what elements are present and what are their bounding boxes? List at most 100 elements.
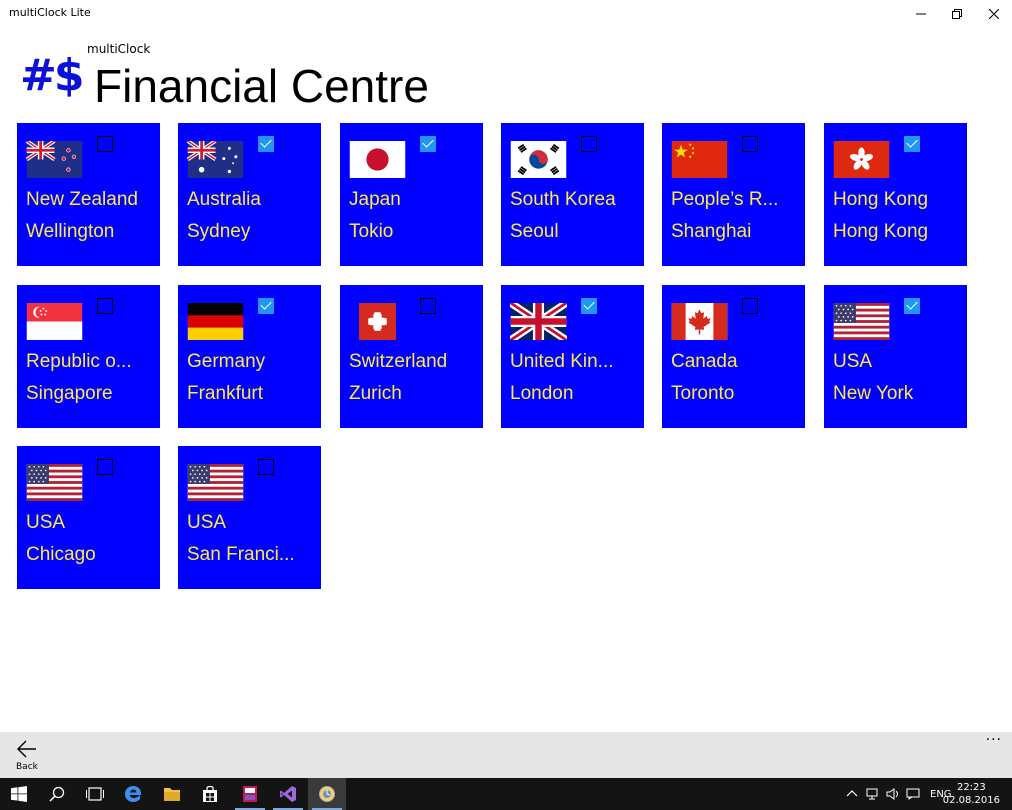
back-button[interactable]: Back [10, 738, 46, 776]
city-tile[interactable]: Canada Toronto [662, 285, 805, 428]
singapore-flag-icon [26, 303, 83, 340]
tile-country-label: Canada [671, 351, 738, 372]
japan-flag-icon [349, 141, 406, 178]
hong-kong-flag-icon [833, 141, 890, 178]
tile-city-label: London [510, 383, 574, 404]
store-icon [203, 785, 217, 802]
new-zealand-flag-icon [26, 141, 83, 178]
tile-country-label: Switzerland [349, 351, 448, 372]
close-button[interactable] [976, 0, 1012, 28]
tile-checkbox[interactable] [420, 136, 436, 152]
back-arrow-icon [17, 740, 36, 758]
city-tile[interactable]: Switzerland Zurich [340, 285, 483, 428]
tile-city-label: Hong Kong [833, 221, 929, 242]
city-tile[interactable]: Japan Tokio [340, 123, 483, 266]
city-tile[interactable]: South Korea Seoul [501, 123, 644, 266]
tile-checkbox[interactable] [904, 298, 920, 314]
tile-checkbox[interactable] [258, 459, 274, 475]
tile-country-label: Australia [187, 189, 261, 210]
south-korea-flag-icon [510, 141, 567, 178]
minimize-button[interactable] [903, 0, 939, 28]
file-explorer-icon [164, 788, 180, 801]
tile-country-label: USA [833, 351, 873, 372]
app-name: multiClock [87, 42, 151, 56]
tile-checkbox[interactable] [420, 298, 436, 314]
tile-country-label: Republic o... [26, 351, 132, 372]
restore-button[interactable] [939, 0, 975, 28]
tile-checkbox[interactable] [904, 136, 920, 152]
tile-checkbox[interactable] [97, 459, 113, 475]
tile-city-label: Toronto [671, 383, 735, 404]
city-tile[interactable]: New Zealand Wellington [17, 123, 160, 266]
tile-city-label: Sydney [187, 221, 251, 242]
taskbar: ENG 22:23 02.08.2016 [0, 778, 1012, 810]
city-tile[interactable]: Hong Kong Hong Kong [824, 123, 967, 266]
search-button[interactable] [38, 778, 76, 810]
multiclock-app-icon [319, 786, 335, 802]
tile-city-label: New York [833, 383, 914, 404]
uk-flag-icon [510, 303, 567, 340]
city-tile[interactable]: USA Chicago [17, 446, 160, 589]
system-tray: ENG [846, 778, 952, 810]
start-button[interactable] [0, 778, 38, 810]
message-icon[interactable] [906, 788, 920, 800]
tile-country-label: People’s R... [671, 189, 779, 210]
tile-checkbox[interactable] [742, 298, 758, 314]
more-options-button[interactable]: ··· [986, 732, 1002, 748]
store-button[interactable] [191, 778, 229, 810]
taskbar-clock[interactable]: 22:23 02.08.2016 [943, 781, 1000, 807]
visual-studio-button[interactable] [269, 778, 307, 810]
back-label: Back [16, 762, 38, 772]
tile-city-label: San Franci... [187, 544, 295, 565]
usa-flag-icon [187, 464, 244, 501]
tile-city-label: Tokio [349, 221, 394, 242]
minimize-icon [916, 13, 926, 15]
window-title: multiClock Lite [9, 6, 91, 19]
task-view-button[interactable] [76, 778, 114, 810]
tile-checkbox[interactable] [581, 136, 597, 152]
tile-city-label: Zurich [349, 383, 402, 404]
edge-button[interactable] [114, 778, 152, 810]
tile-country-label: USA [26, 512, 66, 533]
tile-city-label: Seoul [510, 221, 559, 242]
network-icon[interactable] [866, 788, 880, 800]
tile-city-label: Chicago [26, 544, 96, 565]
city-tile[interactable]: People’s R... Shanghai [662, 123, 805, 266]
volume-icon[interactable] [886, 788, 900, 800]
city-tile[interactable]: Republic o... Singapore [17, 285, 160, 428]
tile-city-label: Wellington [26, 221, 115, 242]
restore-icon [952, 9, 962, 19]
clock-date: 02.08.2016 [942, 795, 1000, 806]
app-bar: Back ··· [0, 732, 1012, 778]
city-tile[interactable]: United Kin... London [501, 285, 644, 428]
tile-country-label: New Zealand [26, 189, 138, 210]
tile-checkbox[interactable] [742, 136, 758, 152]
tile-country-label: United Kin... [510, 351, 614, 372]
chevron-up-icon[interactable] [846, 789, 858, 799]
page-title: Financial Centre [94, 60, 429, 112]
city-tile[interactable]: Australia Sydney [178, 123, 321, 266]
tile-checkbox[interactable] [258, 136, 274, 152]
clock-time: 22:23 [956, 782, 986, 793]
task-view-icon [86, 787, 104, 801]
file-explorer-button[interactable] [153, 778, 191, 810]
tile-checkbox[interactable] [97, 298, 113, 314]
tile-checkbox[interactable] [258, 298, 274, 314]
city-tile[interactable]: USA New York [824, 285, 967, 428]
start-icon [11, 786, 27, 802]
app-logo: #$ [20, 50, 85, 101]
australia-flag-icon [187, 141, 244, 178]
tile-country-label: Japan [349, 189, 401, 210]
title-bar: multiClock Lite [0, 0, 1012, 28]
city-tile[interactable]: Germany Frankfurt [178, 285, 321, 428]
city-tile[interactable]: USA San Franci... [178, 446, 321, 589]
tile-checkbox[interactable] [97, 136, 113, 152]
tile-checkbox[interactable] [581, 298, 597, 314]
tile-city-label: Shanghai [671, 221, 752, 242]
usa-flag-icon [26, 464, 83, 501]
switzerland-flag-icon [349, 303, 406, 340]
tile-city-label: Frankfurt [187, 383, 264, 404]
multiclock-app-button[interactable] [308, 778, 346, 810]
media-app-button[interactable] [231, 778, 269, 810]
close-icon [989, 9, 999, 19]
